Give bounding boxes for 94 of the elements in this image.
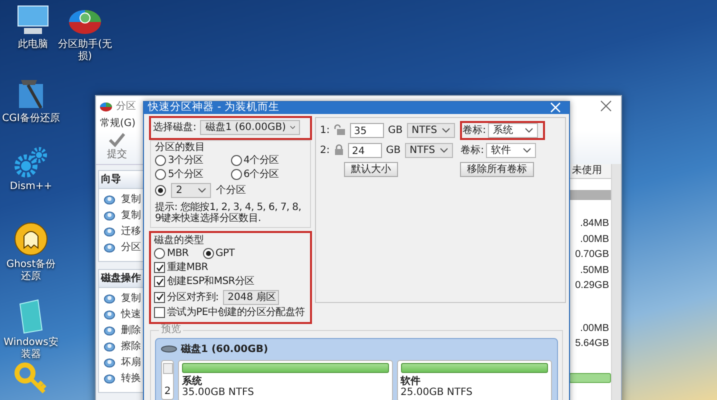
partition-name: 软件 bbox=[400, 376, 422, 388]
selected-row[interactable] bbox=[567, 190, 611, 200]
sidebar-item[interactable]: 擦除 bbox=[121, 340, 141, 352]
partition-card[interactable]: 软件 25.00GB NTFS bbox=[396, 360, 552, 400]
window-title: 分区 bbox=[116, 100, 136, 113]
field-label: 卷标: bbox=[462, 124, 486, 136]
table-cell-text: 5.64GB bbox=[574, 338, 610, 350]
row-number: 1: bbox=[320, 124, 330, 136]
hint-text: 提示: 您能按1, 2, 3, 4, 5, 6, 7, 8, 9键来快速选择分区数目. bbox=[155, 202, 302, 224]
ghost-icon bbox=[14, 222, 48, 256]
sidebar-item[interactable]: 复制 bbox=[121, 210, 141, 220]
column-header[interactable]: 未使用 bbox=[567, 164, 611, 179]
disk-icon bbox=[104, 210, 115, 220]
sidebar-item[interactable]: 删除 bbox=[121, 324, 141, 336]
caret-icon bbox=[198, 188, 206, 193]
action-button[interactable]: 移除所有卷标 bbox=[460, 162, 534, 177]
count-dropdown[interactable]: 2 bbox=[171, 182, 211, 198]
radio-option[interactable]: 4个分区 bbox=[230, 154, 306, 167]
menu-item[interactable]: 常规(G) bbox=[100, 116, 136, 130]
size-input[interactable]: 24 bbox=[348, 142, 382, 158]
sidebar-item[interactable]: 复制 bbox=[121, 292, 141, 304]
close-icon[interactable] bbox=[600, 100, 612, 112]
dialog-title: 快速分区神器 - 为装机而生 bbox=[148, 102, 280, 114]
align-dropdown[interactable]: 2048 扇区 bbox=[222, 290, 279, 305]
partition-bar bbox=[569, 372, 611, 382]
monitor-icon bbox=[16, 4, 50, 36]
disk-icon bbox=[104, 308, 115, 320]
table-cell-text: .00MB bbox=[579, 234, 610, 246]
desktop-shortcut[interactable]: Ghost备份还原 bbox=[2, 222, 60, 283]
gears-icon bbox=[14, 146, 48, 178]
disk-icon bbox=[104, 372, 115, 384]
disk-title: 磁盘1 (60.00GB) bbox=[181, 344, 268, 355]
desktop-shortcut[interactable]: 分区助手(无损) bbox=[56, 4, 114, 63]
radio-option[interactable]: MBR bbox=[154, 248, 189, 260]
checkbox-option[interactable]: 尝试为PE中创建的分区分配盘符 bbox=[154, 306, 305, 319]
caret-icon bbox=[440, 148, 448, 153]
radio-button[interactable] bbox=[155, 184, 166, 196]
partition-name: 系统 bbox=[182, 376, 203, 388]
unlocked-icon[interactable] bbox=[334, 124, 346, 136]
table-cell-text: .84MB bbox=[579, 218, 610, 230]
lock-icon[interactable] bbox=[334, 144, 344, 156]
toolbar-button[interactable]: 提交 bbox=[104, 131, 130, 163]
checkmark-icon bbox=[109, 133, 125, 147]
action-button[interactable]: 默认大小 bbox=[344, 162, 398, 177]
radio-option[interactable]: 3个分区 bbox=[155, 154, 230, 167]
partition-card[interactable]: 系统 35.00GB NTFS bbox=[178, 360, 392, 400]
caret-icon bbox=[524, 128, 533, 133]
disk-drive-icon bbox=[161, 345, 177, 354]
disk-icon bbox=[104, 340, 115, 352]
field-label: 卷标: bbox=[460, 144, 484, 156]
unit-label: GB bbox=[386, 144, 401, 156]
scrollbar[interactable] bbox=[611, 164, 621, 400]
disk-icon bbox=[104, 324, 115, 336]
row-number: 2: bbox=[320, 144, 330, 156]
sidebar-item[interactable]: 坏扇 bbox=[121, 356, 141, 368]
table-cell-text: 0.29GB bbox=[574, 280, 610, 292]
group-title: 分区的数目 bbox=[155, 142, 206, 153]
filesystem-dropdown[interactable]: NTFS bbox=[404, 142, 453, 158]
radio-option[interactable]: 5个分区 bbox=[155, 168, 230, 181]
sidebar-item[interactable]: 转换 bbox=[121, 372, 141, 384]
table-cell-text: .50MB bbox=[579, 264, 610, 277]
group-title: 预览 bbox=[159, 324, 183, 335]
sidebar-item[interactable]: 复制 bbox=[121, 194, 141, 204]
sidebar-item[interactable]: 迁移 bbox=[121, 226, 141, 236]
filesystem-dropdown[interactable]: NTFS bbox=[406, 122, 455, 138]
size-input[interactable]: 35 bbox=[350, 122, 384, 138]
sidebar-item[interactable]: 快速 bbox=[121, 308, 141, 320]
pie-chart-icon bbox=[99, 100, 113, 112]
desktop-shortcut[interactable]: Dism++ bbox=[2, 146, 60, 193]
desktop-shortcut[interactable]: CGI备份还原 bbox=[2, 76, 60, 125]
disk-icon bbox=[104, 292, 115, 304]
caret-icon bbox=[442, 128, 450, 133]
volume-dropdown[interactable]: 软件 bbox=[486, 142, 536, 158]
disk-icon bbox=[104, 356, 115, 368]
caret-icon bbox=[290, 125, 296, 130]
checkbox-option[interactable]: 分区对齐到: bbox=[154, 291, 219, 304]
disk-dropdown[interactable]: 磁盘1 (60.00GB) bbox=[200, 120, 300, 136]
partition-size: 35.00GB NTFS bbox=[182, 387, 255, 399]
sidebar-item[interactable]: 分区 bbox=[121, 242, 141, 252]
group-title: 磁盘的类型 bbox=[154, 234, 205, 246]
disk-icon bbox=[104, 226, 115, 236]
table-cell-text: .00MB bbox=[579, 322, 610, 335]
caret-icon bbox=[522, 148, 531, 153]
partition-size: 25.00GB NTFS bbox=[400, 387, 474, 399]
table-cell-text: 0.70GB bbox=[574, 249, 610, 262]
disk-icon bbox=[104, 194, 115, 204]
unit-label: GB bbox=[388, 124, 403, 136]
volume-dropdown[interactable]: 系统 bbox=[488, 122, 538, 138]
key-icon bbox=[14, 362, 48, 394]
desktop-shortcut[interactable]: Windows安装器 bbox=[2, 298, 60, 361]
disk-icon bbox=[104, 242, 115, 252]
field-label: 选择磁盘: bbox=[153, 122, 196, 134]
radio-option[interactable]: GPT bbox=[202, 248, 235, 260]
partition-count: 2 bbox=[164, 386, 171, 397]
